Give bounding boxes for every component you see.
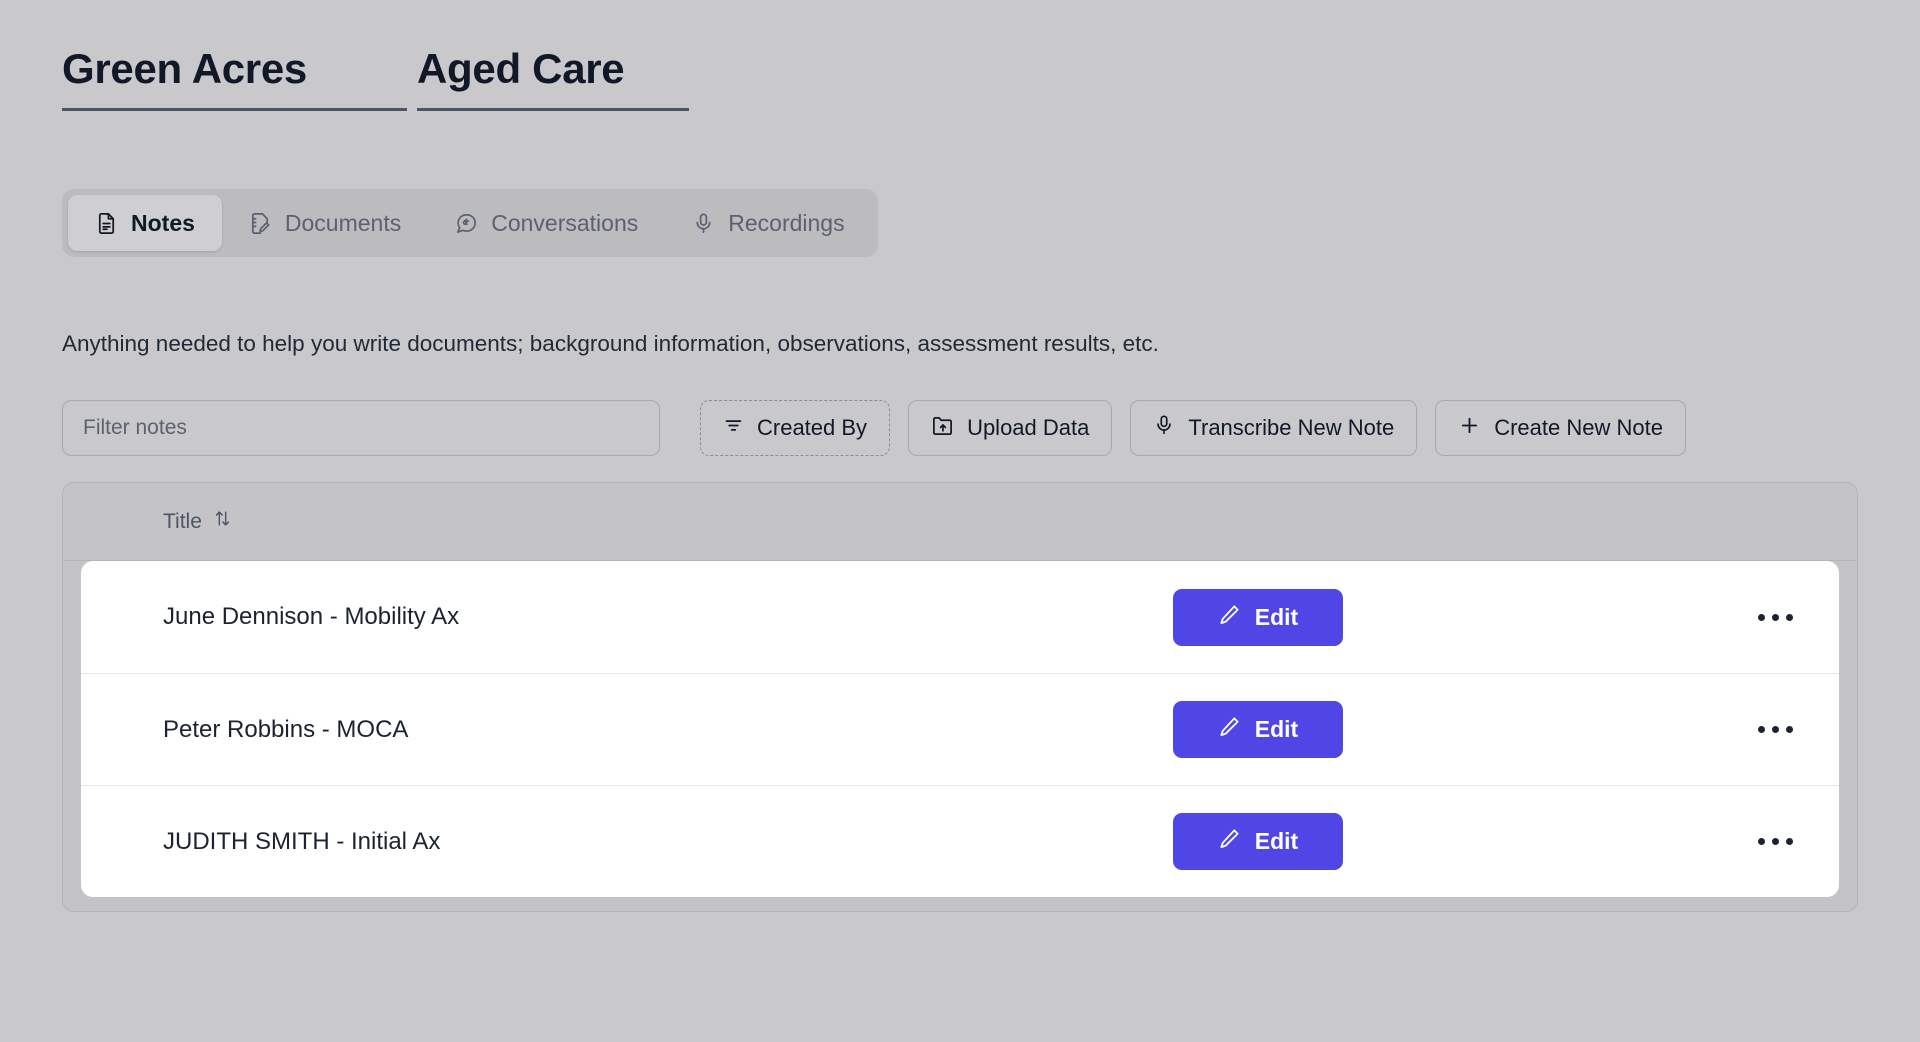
filter-icon [723,415,744,442]
ellipsis-dot-icon [1757,838,1765,846]
pencil-icon [1218,603,1241,632]
page-subtitle: Aged Care [417,45,625,92]
section-description: Anything needed to help you write docume… [62,331,1159,356]
ellipsis-dot-icon [1771,726,1779,734]
tab-conversations-label: Conversations [491,209,639,236]
create-new-note-button[interactable]: Create New Note [1435,400,1686,457]
content-type-tabs: Notes Documents Conversations Recordings [62,189,878,257]
sort-arrows-icon [213,509,232,534]
table-row[interactable]: JUDITH SMITH - Initial Ax Edit [81,785,1839,898]
ellipsis-dot-icon [1771,838,1779,846]
tab-recordings-label: Recordings [728,209,845,236]
edit-button-label: Edit [1254,716,1299,743]
page-title-green-acres: Green Acres [62,48,407,111]
edit-button[interactable]: Edit [1173,588,1343,646]
note-title: June Dennison - Mobility Ax [163,603,460,631]
filter-notes-input[interactable] [62,400,660,457]
table-header-row: Title [63,483,1857,562]
note-title: JUDITH SMITH - Initial Ax [163,827,441,855]
create-new-note-label: Create New Note [1494,415,1663,441]
chat-bubble-icon [455,212,478,235]
ellipsis-dot-icon [1785,726,1793,734]
row-more-options-button[interactable] [1745,706,1805,754]
upload-data-button[interactable]: Upload Data [908,400,1113,457]
tab-documents[interactable]: Documents [222,195,428,251]
page-subtitle-aged-care: Aged Care [417,48,689,111]
pencil-icon [1218,715,1241,744]
transcribe-new-note-button[interactable]: Transcribe New Note [1130,400,1418,457]
note-title: Peter Robbins - MOCA [163,715,409,743]
column-header-title-label: Title [163,509,202,533]
table-row[interactable]: June Dennison - Mobility Ax Edit [81,561,1839,674]
table-body: June Dennison - Mobility Ax Edit Peter R… [63,561,1857,911]
edit-button[interactable]: Edit [1173,813,1343,871]
tab-notes[interactable]: Notes [68,195,222,251]
row-more-options-button[interactable] [1745,818,1805,866]
tab-documents-label: Documents [284,209,402,236]
notes-table: Title June Dennison - Mobility Ax Edit P… [62,482,1858,913]
table-row[interactable]: Peter Robbins - MOCA Edit [81,673,1839,786]
column-header-title[interactable]: Title [163,509,232,534]
microphone-icon [692,212,715,235]
folder-upload-icon [931,414,954,443]
upload-data-label: Upload Data [967,415,1090,441]
row-more-options-button[interactable] [1745,593,1805,641]
document-edit-icon [249,212,272,235]
created-by-filter-button[interactable]: Created By [700,400,891,457]
tab-conversations[interactable]: Conversations [428,195,665,251]
created-by-label: Created By [757,415,868,441]
document-text-icon [95,212,118,235]
edit-button-label: Edit [1254,603,1299,630]
ellipsis-dot-icon [1785,838,1793,846]
microphone-icon [1153,414,1175,442]
tab-recordings[interactable]: Recordings [665,195,871,251]
ellipsis-dot-icon [1785,613,1793,621]
page-root: Green Acres Aged Care Notes Documents Co… [0,0,1920,1042]
ellipsis-dot-icon [1757,613,1765,621]
pencil-icon [1218,827,1241,856]
ellipsis-dot-icon [1757,726,1765,734]
edit-button[interactable]: Edit [1173,701,1343,759]
ellipsis-dot-icon [1771,613,1779,621]
notes-toolbar: Created By Upload Data Transcribe New No… [62,400,1858,457]
tab-notes-label: Notes [131,209,195,236]
header-titles: Green Acres Aged Care [62,0,1858,111]
edit-button-label: Edit [1254,828,1299,855]
transcribe-new-note-label: Transcribe New Note [1188,415,1395,441]
page-title: Green Acres [62,45,307,92]
plus-icon [1458,414,1481,443]
